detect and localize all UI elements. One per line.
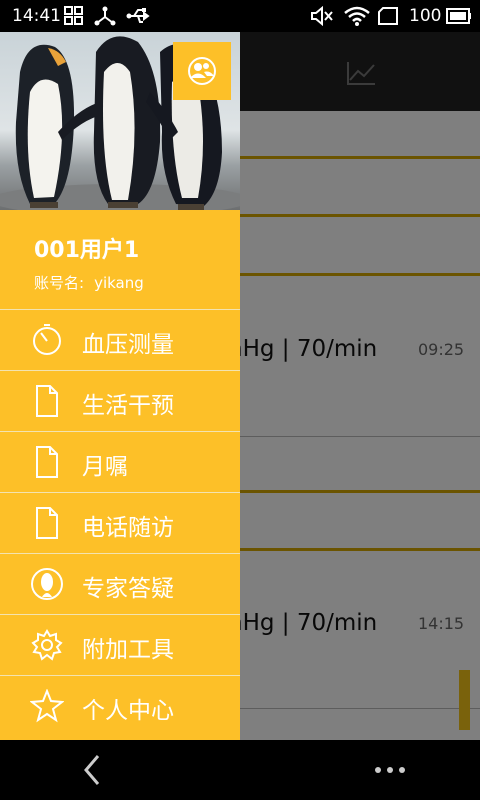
menu-item-lifestyle[interactable]: 生活干预 [0, 370, 240, 431]
sim-icon [378, 7, 398, 25]
menu-item-expert-qa[interactable]: 专家答疑 [0, 553, 240, 614]
header-photo [0, 32, 240, 210]
user-name: 001用户1 [34, 238, 140, 263]
more-icon[interactable] [372, 762, 408, 778]
wifi-icon [344, 6, 370, 26]
document-icon [36, 446, 58, 478]
mute-icon [311, 6, 333, 26]
status-time: 14:41 [12, 6, 61, 26]
star-icon [30, 689, 64, 723]
menu-item-label: 附加工具 [82, 637, 174, 663]
battery-level: 100 [409, 6, 442, 26]
gear-icon [31, 629, 63, 661]
user-avatar-icon [188, 57, 216, 85]
account-row: 账号名: yikang [34, 272, 154, 293]
menu-item-personal-center[interactable]: 个人中心 [0, 675, 240, 736]
menu-item-label: 血压测量 [82, 332, 174, 358]
menu-item-label: 专家答疑 [82, 576, 174, 602]
back-icon[interactable] [78, 752, 108, 788]
drawer-menu: 血压测量 生活干预 月嘱 电话随访 专家答疑 附加工具 个人中心 [0, 309, 240, 736]
grid-icon [64, 6, 83, 25]
menu-item-label: 个人中心 [82, 698, 174, 724]
menu-item-extra-tools[interactable]: 附加工具 [0, 614, 240, 675]
share-icon [94, 6, 116, 26]
navigation-drawer: 001用户1 账号名: yikang 血压测量 生活干预 月嘱 电话随访 专家答… [0, 32, 240, 740]
menu-item-label: 月嘱 [82, 454, 128, 480]
system-nav-bar [0, 740, 480, 800]
menu-item-label: 电话随访 [82, 515, 174, 541]
document-icon [36, 507, 58, 539]
menu-item-monthly-advice[interactable]: 月嘱 [0, 431, 240, 492]
usb-icon [126, 8, 150, 23]
account-label: 账号名: [34, 274, 85, 292]
menu-item-phone-followup[interactable]: 电话随访 [0, 492, 240, 553]
menu-item-blood-pressure[interactable]: 血压测量 [0, 309, 240, 370]
document-icon [36, 385, 58, 417]
account-value: yikang [94, 274, 144, 292]
status-bar: 14:41 100 [0, 0, 480, 32]
profile-button[interactable] [173, 42, 231, 100]
battery-icon [446, 8, 471, 24]
timer-icon [33, 324, 61, 355]
expert-icon [31, 568, 63, 600]
menu-item-label: 生活干预 [82, 393, 174, 419]
user-info: 001用户1 账号名: yikang [0, 210, 240, 308]
